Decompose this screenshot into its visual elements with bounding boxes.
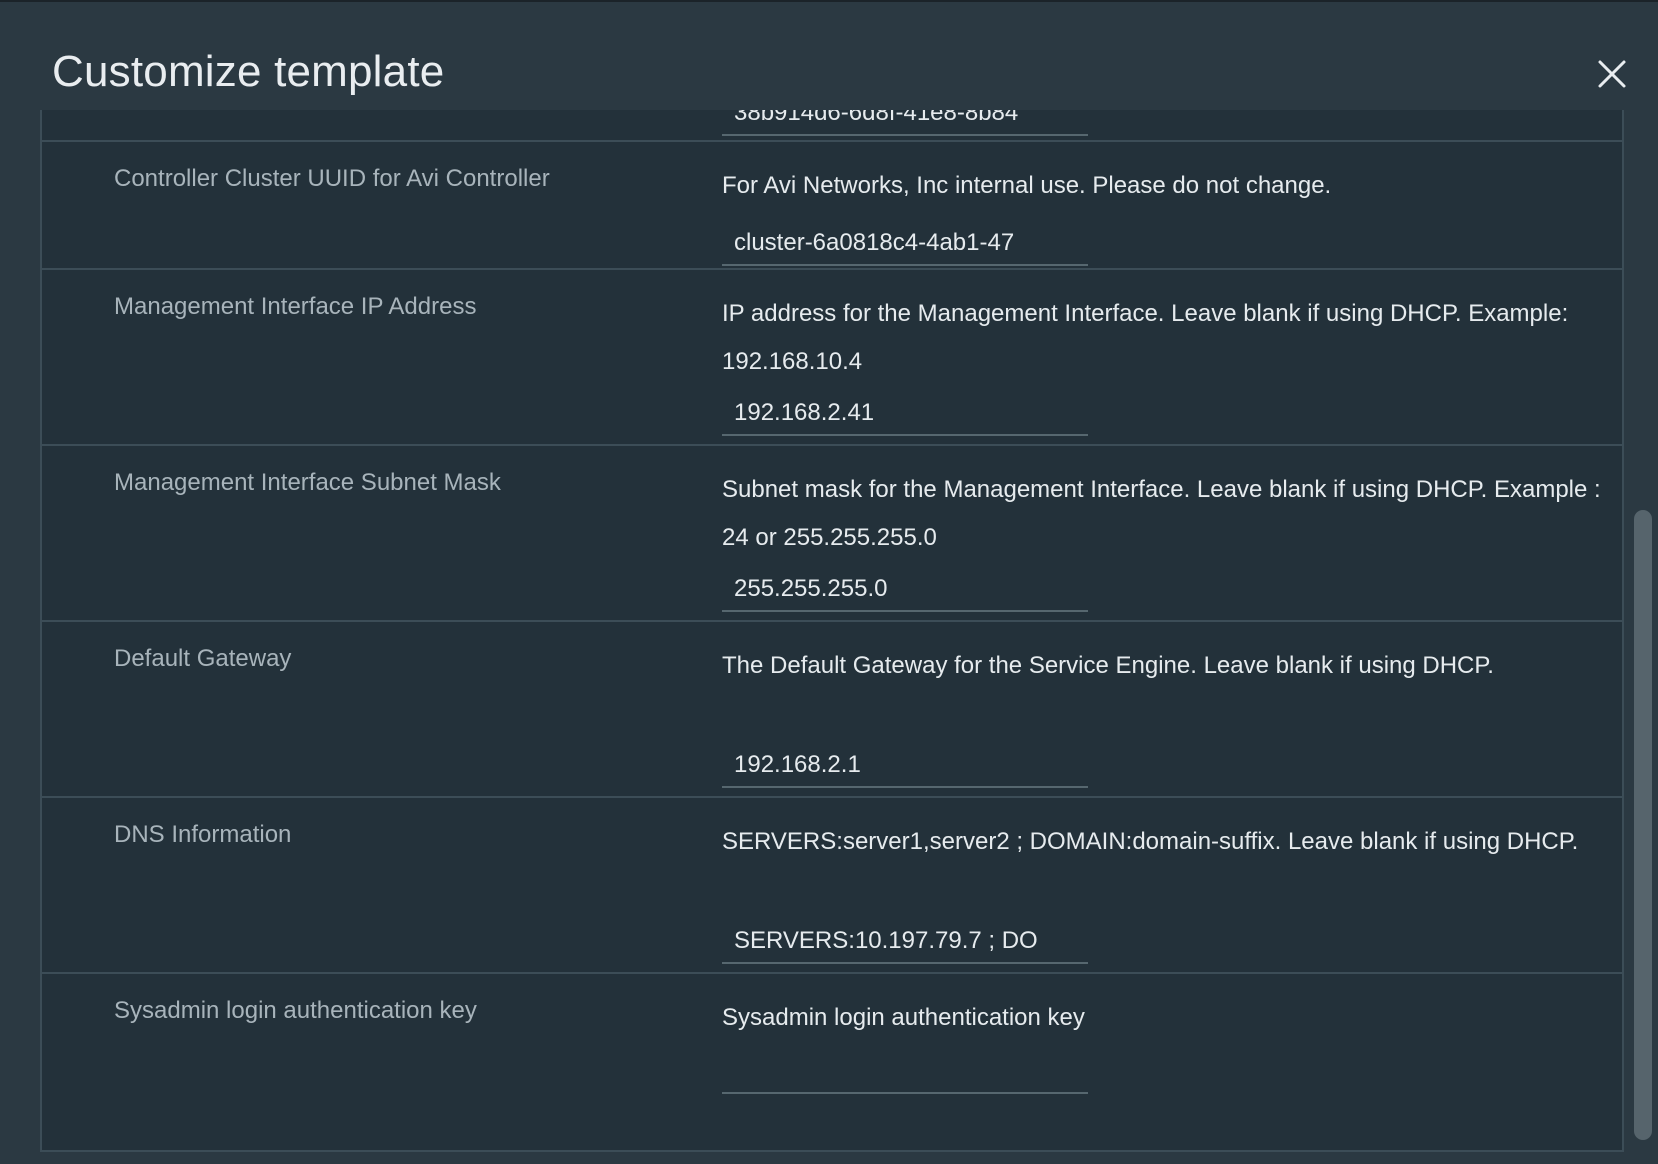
mgmt-ip-address-input[interactable] [722,392,1088,436]
mgmt-ip-address-label: Management Interface IP Address [114,293,477,320]
field-row-controller-cluster-uuid: Controller Cluster UUID for Avi Controll… [42,140,1622,268]
default-gateway-label: Default Gateway [114,645,292,672]
field-row-appliance-uuid [42,110,1622,142]
controller-cluster-uuid-input[interactable] [722,222,1088,266]
controller-cluster-uuid-description: For Avi Networks, Inc internal use. Plea… [722,172,1332,199]
field-row-sysadmin-auth-key: Sysadmin login authentication key Sysadm… [42,972,1622,1150]
controller-cluster-uuid-label: Controller Cluster UUID for Avi Controll… [114,165,550,192]
dialog-title: Customize template [52,47,445,96]
appliance-uuid-input[interactable] [722,110,1088,136]
field-row-mgmt-ip-address: Management Interface IP Address IP addre… [42,268,1622,444]
mgmt-subnet-mask-input[interactable] [722,568,1088,612]
dialog-header: Customize template [0,2,1658,110]
sysadmin-auth-key-label: Sysadmin login authentication key [114,997,477,1024]
dns-information-input[interactable] [722,920,1088,964]
customize-template-dialog: Controller Cluster UUID for Avi Controll… [0,0,1658,1164]
field-row-dns-information: DNS Information SERVERS:server1,server2 … [42,796,1622,972]
dns-information-description: SERVERS:server1,server2 ; DOMAIN:domain-… [722,828,1579,855]
sysadmin-auth-key-description: Sysadmin login authentication key [722,1004,1085,1031]
scrollbar-thumb[interactable] [1634,510,1652,1140]
field-row-default-gateway: Default Gateway The Default Gateway for … [42,620,1622,796]
mgmt-subnet-mask-label: Management Interface Subnet Mask [114,469,501,496]
dialog-content-scroll-area[interactable]: Controller Cluster UUID for Avi Controll… [40,110,1624,1152]
close-icon [1598,60,1626,88]
mgmt-ip-address-description: IP address for the Management Interface.… [722,300,1569,375]
default-gateway-input[interactable] [722,744,1088,788]
close-button[interactable] [1596,58,1628,90]
sysadmin-auth-key-input[interactable] [722,1050,1088,1094]
field-row-mgmt-subnet-mask: Management Interface Subnet Mask Subnet … [42,444,1622,620]
mgmt-subnet-mask-description: Subnet mask for the Management Interface… [722,476,1601,551]
default-gateway-description: The Default Gateway for the Service Engi… [722,652,1494,679]
dns-information-label: DNS Information [114,821,292,848]
